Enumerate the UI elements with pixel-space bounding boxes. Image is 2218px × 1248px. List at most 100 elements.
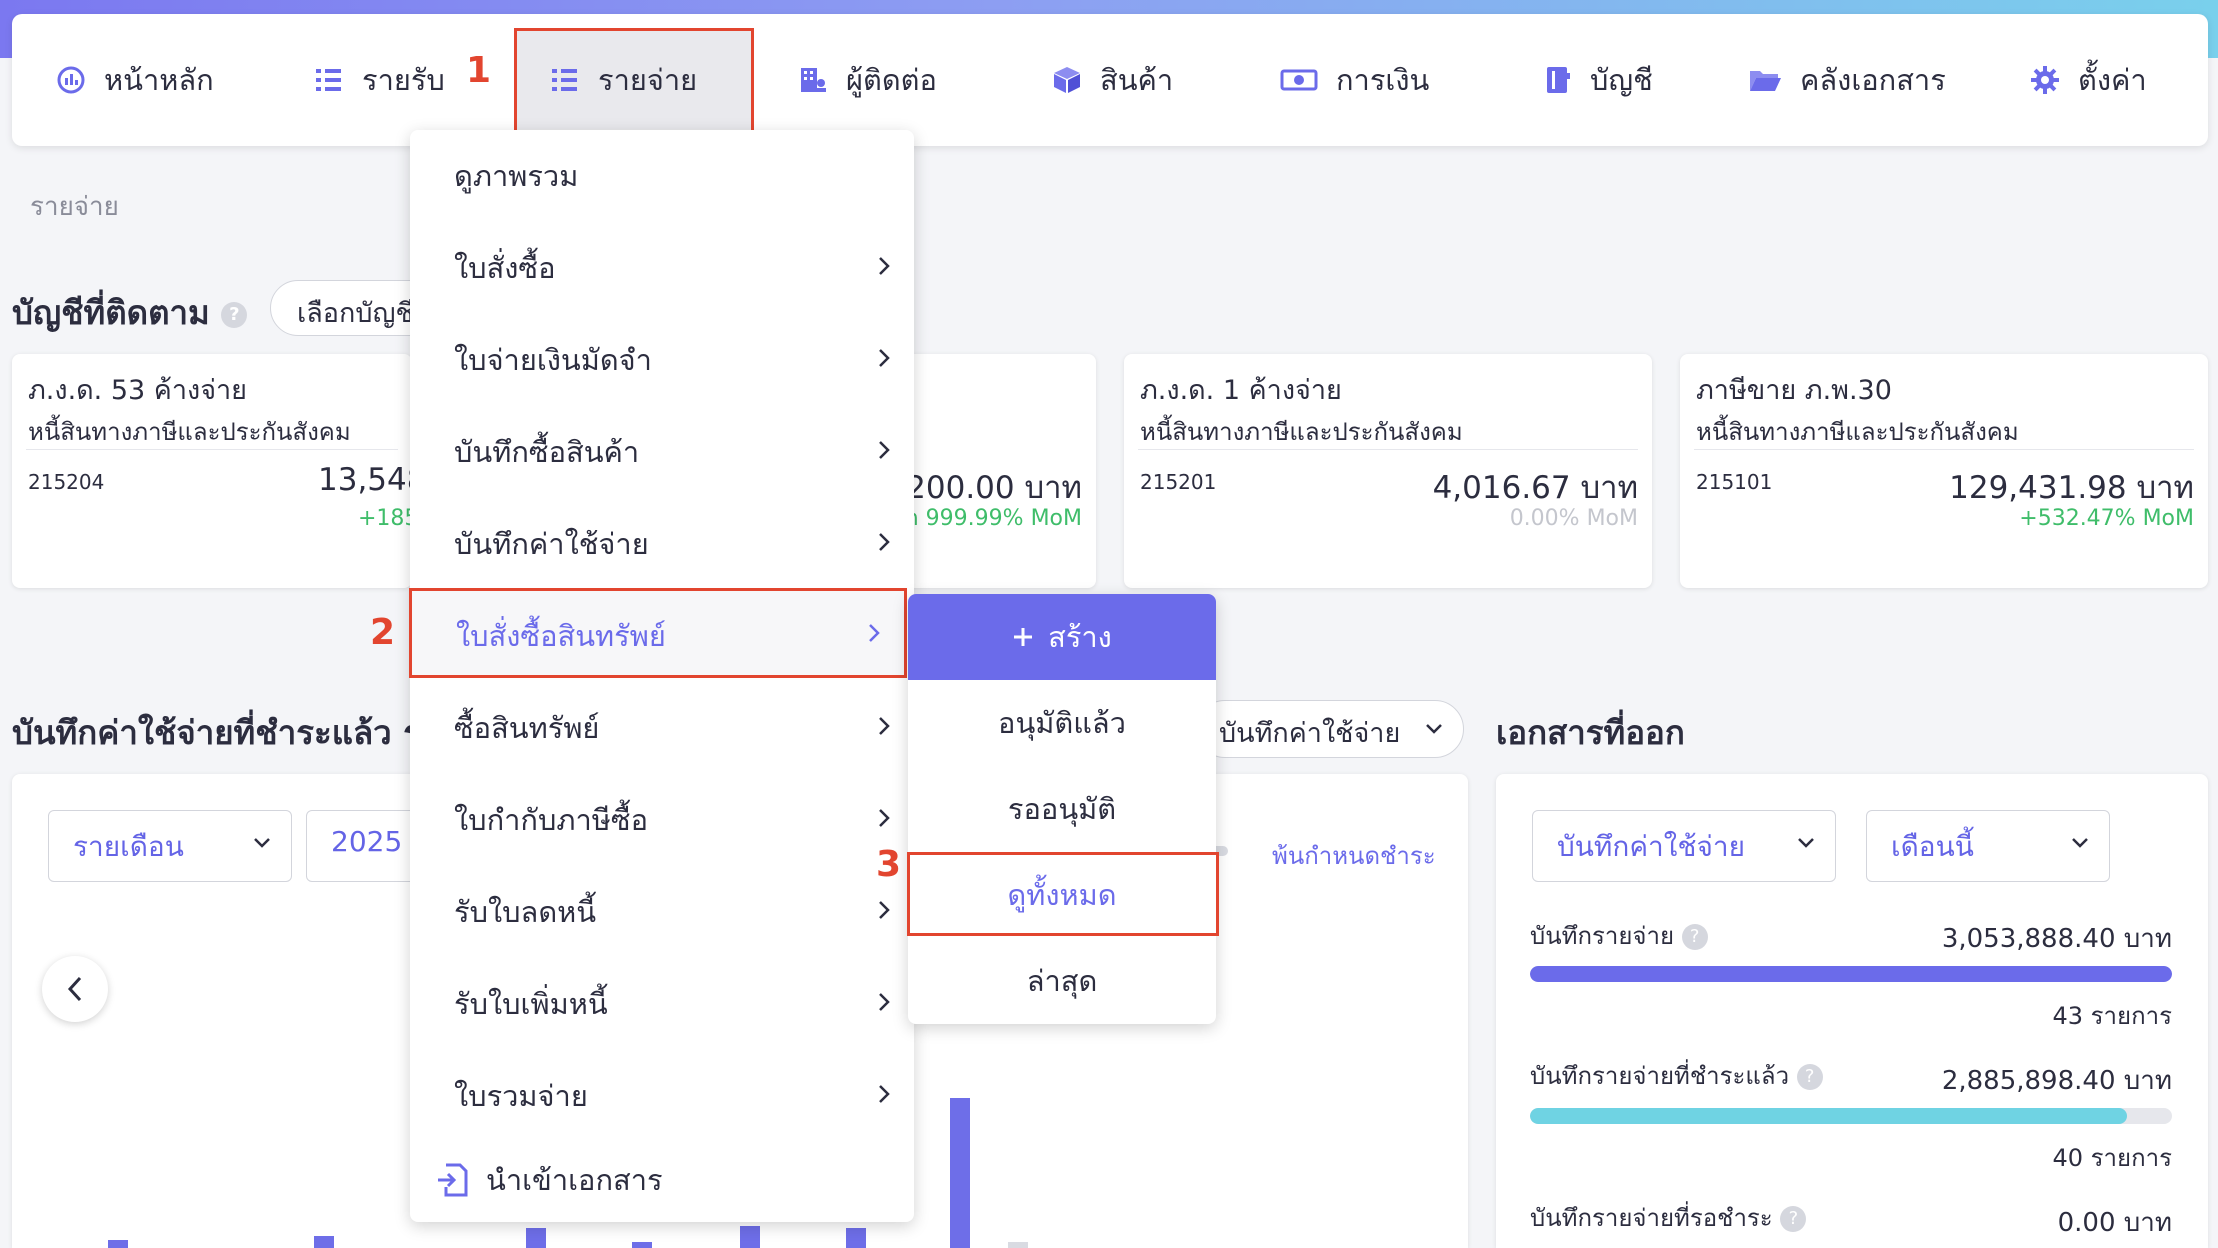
help-icon[interactable]: ?: [1681, 924, 1708, 950]
nav-item-expense[interactable]: รายจ่าย: [550, 14, 697, 146]
divider: [1138, 449, 1638, 450]
menu-item-purchase-order[interactable]: ใบสั่งซื้อ: [410, 222, 914, 314]
menu-item-debit-note[interactable]: รับใบเพิ่มหนี้: [410, 958, 914, 1050]
step-marker-3: 3: [876, 844, 902, 885]
menu-item-buy-asset[interactable]: ซื้อสินทรัพย์: [410, 682, 914, 774]
plus-icon: [1014, 628, 1033, 646]
asset-po-submenu: สร้าง อนุมัติแล้ว รออนุมัติ ดูทั้งหมด ล่…: [908, 594, 1216, 1024]
menu-item-label: นำเข้าเอกสาร: [486, 1163, 663, 1197]
menu-item-purchase-tax-invoice[interactable]: ใบกำกับภาษีซื้อ: [410, 774, 914, 866]
stat-progress-track: [1530, 1108, 2172, 1124]
menu-item-label: ใบสั่งซื้อสินทรัพย์: [456, 619, 666, 653]
stat-value: 3,053,888.40 บาท: [1941, 924, 2172, 954]
nav-item-products[interactable]: สินค้า: [1052, 14, 1173, 146]
chevron-right-icon: [879, 993, 890, 1011]
chevron-down-icon: [1426, 724, 1442, 734]
menu-item-deposit-payment[interactable]: ใบจ่ายเงินมัดจำ: [410, 314, 914, 406]
chart-prev-button[interactable]: [42, 956, 108, 1022]
expense-list-icon: [552, 69, 577, 91]
watched-accounts-title-text: บัญชีที่ติดตาม: [12, 293, 210, 332]
submenu-item-pending-approval[interactable]: รออนุมัติ: [908, 766, 1216, 852]
nav-item-finance[interactable]: การเงิน: [1280, 14, 1429, 146]
chart-bar[interactable]: [740, 1226, 760, 1248]
contacts-building-icon: [801, 68, 826, 92]
account-type: หนี้สินทางภาษีและประกันสังคม: [1696, 418, 2019, 446]
doc-type-select[interactable]: บันทึกค่าใช้จ่าย: [1196, 700, 1464, 758]
menu-item-label: ใบรวมจ่าย: [454, 1079, 588, 1113]
gear-icon: [2031, 66, 2059, 94]
account-name: ภ.ง.ด. 53 ค้างจ่าย: [28, 375, 247, 406]
menu-item-combined-payment[interactable]: ใบรวมจ่าย: [410, 1050, 914, 1142]
help-icon[interactable]: ?: [1780, 1206, 1807, 1232]
dashboard-icon: [57, 66, 85, 94]
menu-item-import-documents[interactable]: นำเข้าเอกสาร: [410, 1134, 914, 1226]
menu-item-expense-record[interactable]: บันทึกค่าใช้จ่าย: [410, 498, 914, 590]
stat-count: 43 รายการ: [2052, 1002, 2173, 1030]
divider: [1694, 449, 2194, 450]
nav-item-home[interactable]: หน้าหลัก: [56, 14, 214, 146]
account-name: ภาษีขาย ภ.พ.30: [1696, 375, 1892, 406]
nav-label: รายรับ: [362, 63, 445, 97]
nav-item-accounting[interactable]: บัญชี: [1544, 14, 1653, 146]
stat-value: 2,885,898.40 บาท: [1941, 1066, 2172, 1096]
nav-item-income[interactable]: รายรับ: [314, 14, 445, 146]
menu-item-asset-purchase-order[interactable]: ใบสั่งซื้อสินทรัพย์: [409, 588, 907, 678]
chart-bar[interactable]: [632, 1242, 652, 1248]
chart-bar-overdue[interactable]: [1008, 1242, 1028, 1248]
nav-label: ตั้งค่า: [2078, 63, 2147, 97]
stat-label-text: บันทึกรายจ่าย: [1530, 922, 1675, 950]
nav-label: สินค้า: [1100, 63, 1174, 97]
account-card[interactable]: ภาษีขาย ภ.พ.30 หนี้สินทางภาษีและประกันสั…: [1680, 354, 2208, 588]
menu-item-label: ใบกำกับภาษีซื้อ: [454, 803, 648, 837]
help-icon[interactable]: ?: [221, 301, 248, 328]
account-mom: n 999.99% MoM: [904, 506, 1082, 531]
menu-item-label: ใบสั่งซื้อ: [454, 251, 556, 285]
nav-label: คลังเอกสาร: [1800, 63, 1946, 97]
menu-item-credit-note[interactable]: รับใบลดหนี้: [410, 866, 914, 958]
nav-item-settings[interactable]: ตั้งค่า: [2030, 14, 2147, 146]
main-navbar: หน้าหลัก รายรับ รายจ่าย ผู้ติดต่อ สินค้า…: [12, 14, 2208, 146]
create-button[interactable]: สร้าง: [908, 594, 1216, 680]
menu-item-label: บันทึกค่าใช้จ่าย: [454, 527, 649, 561]
help-icon[interactable]: ?: [1796, 1064, 1823, 1090]
nav-label: ผู้ติดต่อ: [846, 63, 937, 97]
menu-item-purchase-record[interactable]: บันทึกซื้อสินค้า: [410, 406, 914, 498]
menu-item-label: ซื้อสินทรัพย์: [454, 711, 600, 745]
account-name: ภ.ง.ด. 1 ค้างจ่าย: [1140, 375, 1342, 406]
box-icon: [1054, 67, 1080, 93]
import-document-icon: [438, 1163, 468, 1197]
chart-bar[interactable]: [108, 1240, 128, 1248]
account-card[interactable]: ภ.ง.ด. 1 ค้างจ่าย หนี้สินทางภาษีและประกั…: [1124, 354, 1652, 588]
account-amount: 129,431.98 บาท: [1949, 470, 2194, 506]
menu-item-label: ใบจ่ายเงินมัดจำ: [454, 343, 652, 377]
doc-type-select-value: บันทึกค่าใช้จ่าย: [1219, 718, 1401, 749]
chart-bar[interactable]: [526, 1228, 546, 1248]
paid-expenses-title: บันทึกค่าใช้จ่ายที่ชำระแล้ว รอชำ: [12, 713, 412, 752]
chevron-left-icon: [67, 976, 82, 1002]
folder-open-icon: [1750, 71, 1781, 91]
submenu-item-latest[interactable]: ล่าสุด: [908, 938, 1216, 1024]
submenu-item-approved[interactable]: อนุมัติแล้ว: [908, 680, 1216, 766]
nav-item-documents[interactable]: คลังเอกสาร: [1748, 14, 1946, 146]
create-button-label: สร้าง: [1048, 620, 1112, 654]
account-card[interactable]: ภ.ง.ด. 53 ค้างจ่าย หนี้สินทางภาษีและประก…: [12, 354, 426, 588]
menu-item-overview[interactable]: ดูภาพรวม: [410, 130, 914, 222]
account-amount: 4,016.67 บาท: [1432, 470, 1638, 506]
ledger-book-icon: [1547, 67, 1570, 93]
stat-label: บันทึกรายจ่ายที่ชำระแล้ว ?: [1530, 1056, 1823, 1095]
account-mom: +532.47% MoM: [2019, 506, 2194, 531]
divider: [26, 449, 398, 450]
stat-progress-fill: [1530, 1108, 2128, 1124]
chart-bar[interactable]: [846, 1228, 866, 1248]
issued-period-select[interactable]: เดือนนี้: [1866, 810, 2110, 882]
step-marker-2: 2: [370, 612, 396, 653]
chart-bar[interactable]: [314, 1236, 334, 1248]
page-breadcrumb: รายจ่าย: [30, 192, 119, 222]
account-mom: 0.00% MoM: [1509, 506, 1638, 531]
issued-doc-select[interactable]: บันทึกค่าใช้จ่าย: [1532, 810, 1836, 882]
nav-item-contacts[interactable]: ผู้ติดต่อ: [798, 14, 937, 146]
chart-bar[interactable]: [950, 1098, 970, 1248]
menu-item-label: บันทึกซื้อสินค้า: [454, 435, 640, 469]
step-marker-1: 1: [466, 50, 492, 91]
stat-label-text: บันทึกรายจ่ายที่ชำระแล้ว: [1530, 1062, 1790, 1090]
